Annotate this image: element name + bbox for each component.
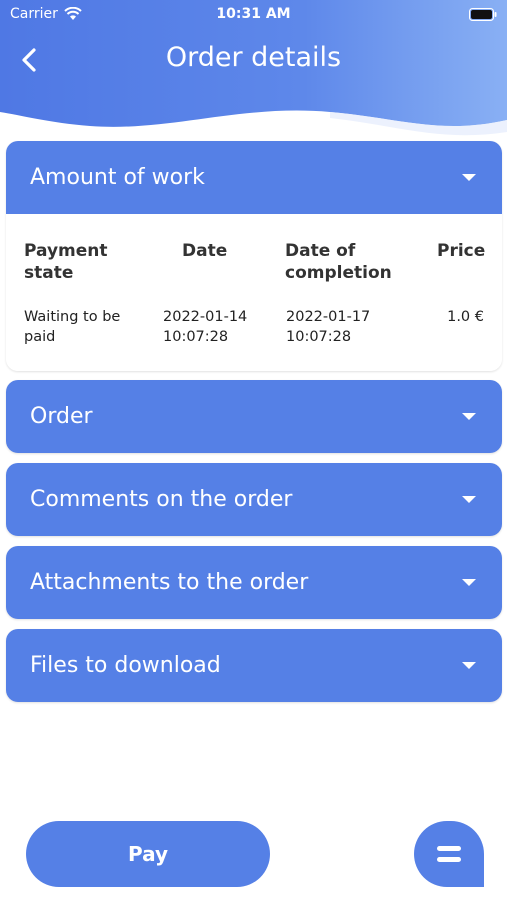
section-order[interactable]: Order: [6, 380, 502, 453]
header-date-of-completion: Date of completion: [285, 240, 392, 284]
status-time: 10:31 AM: [216, 6, 291, 22]
section-title: Files to download: [30, 653, 221, 678]
caret-down-icon: [462, 496, 476, 503]
battery-icon: [469, 8, 497, 21]
cell-completion: 2022-01-17 10:07:28: [286, 307, 370, 347]
header-line: Date: [182, 241, 228, 261]
section-header-files[interactable]: Files to download: [6, 629, 502, 702]
section-files-to-download[interactable]: Files to download: [6, 629, 502, 702]
section-amount-of-work: Amount of work Payment state Date Date o…: [6, 141, 502, 371]
section-title: Order: [30, 404, 93, 429]
amount-of-work-table: Payment state Date Date of completion Pr…: [6, 214, 502, 371]
status-bar: Carrier 10:31 AM: [0, 0, 507, 30]
header-price: Price: [437, 240, 485, 262]
header-line: Price: [437, 241, 486, 261]
chat-button[interactable]: [414, 821, 484, 887]
section-attachments[interactable]: Attachments to the order: [6, 546, 502, 619]
cell-line: Waiting to be: [24, 309, 121, 325]
header-line: Date of: [285, 241, 356, 261]
header-line: state: [24, 263, 74, 283]
section-header-order[interactable]: Order: [6, 380, 502, 453]
section-header-amount-of-work[interactable]: Amount of work: [6, 141, 502, 214]
cell-line: paid: [24, 329, 56, 345]
section-title: Amount of work: [30, 165, 205, 190]
section-title: Comments on the order: [30, 487, 293, 512]
navigation-bar: Order details: [0, 38, 507, 82]
caret-down-icon: [462, 579, 476, 586]
section-header-comments[interactable]: Comments on the order: [6, 463, 502, 536]
page-title: Order details: [165, 42, 342, 73]
header-line: completion: [285, 263, 392, 283]
pay-button[interactable]: Pay: [26, 821, 270, 887]
header-date: Date: [182, 240, 227, 262]
section-title: Attachments to the order: [30, 570, 309, 595]
caret-down-icon: [462, 174, 476, 181]
cell-line: 10:07:28: [286, 329, 352, 345]
caret-down-icon: [462, 662, 476, 669]
cell-line: 10:07:28: [163, 329, 229, 345]
section-header-attachments[interactable]: Attachments to the order: [6, 546, 502, 619]
cell-price: 1.0 €: [447, 309, 484, 325]
section-comments[interactable]: Comments on the order: [6, 463, 502, 536]
cell-line: 2022-01-14: [163, 309, 248, 325]
header-line: Payment: [24, 241, 108, 261]
cell-line: 2022-01-17: [286, 309, 371, 325]
caret-down-icon: [462, 413, 476, 420]
chat-icon: [437, 846, 461, 862]
header-payment-state: Payment state: [24, 240, 108, 284]
cell-payment-state: Waiting to be paid: [24, 307, 120, 347]
cell-date: 2022-01-14 10:07:28: [163, 307, 247, 347]
